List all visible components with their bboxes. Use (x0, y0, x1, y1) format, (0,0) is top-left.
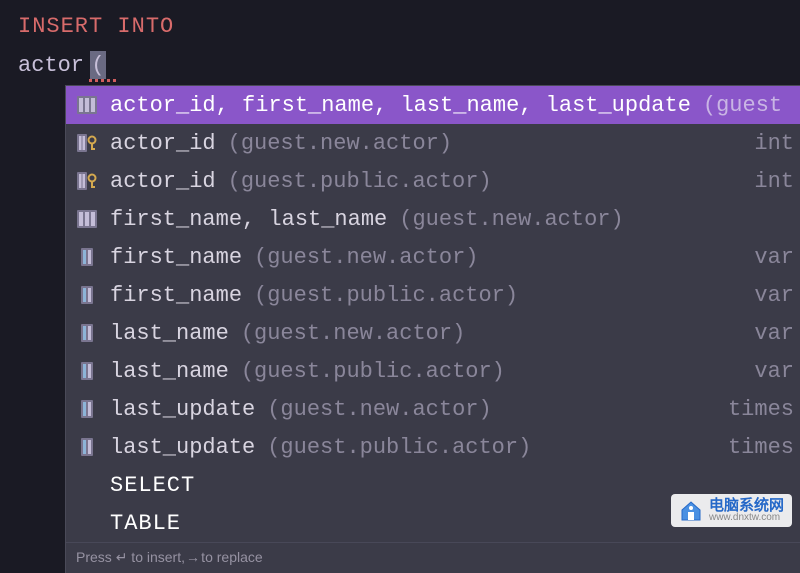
text-cursor: ( (90, 51, 106, 79)
completion-source: (guest.new.actor) (241, 321, 465, 346)
keyword-insert-into: INSERT INTO (18, 14, 174, 39)
completion-type: int (754, 131, 794, 156)
open-paren: ( (91, 53, 104, 78)
completion-label: last_name (110, 359, 229, 384)
completion-source: (guest.public.actor) (254, 283, 518, 308)
completion-source: (guest (703, 93, 782, 118)
completion-source: (guest.new.actor) (267, 397, 491, 422)
completion-source: (guest.public.actor) (241, 359, 505, 384)
completion-label: last_update (110, 397, 255, 422)
completion-label: actor_id (110, 131, 216, 156)
completion-item[interactable]: first_name, last_name (guest.new.actor) (66, 200, 800, 238)
completion-type: var (754, 359, 794, 384)
completion-label: first_name, last_name (110, 207, 387, 232)
completion-item[interactable]: actor_id (guest.public.actor) int (66, 162, 800, 200)
completion-label: first_name (110, 245, 242, 270)
watermark-url: www.dnxtw.com (709, 513, 784, 523)
column-icon (76, 399, 98, 419)
completion-type: times (728, 397, 794, 422)
completion-type: int (754, 169, 794, 194)
completion-source: (guest.new.actor) (254, 245, 478, 270)
none-icon (76, 475, 98, 495)
completion-item[interactable]: last_update (guest.public.actor) times (66, 428, 800, 466)
none-icon (76, 513, 98, 533)
completion-type: var (754, 321, 794, 346)
completion-type: var (754, 283, 794, 308)
column-icon (76, 285, 98, 305)
completion-item[interactable]: first_name (guest.new.actor) var (66, 238, 800, 276)
completion-hint: Press ↵ to insert, → to replace (66, 542, 800, 573)
completion-type: var (754, 245, 794, 270)
completion-type: times (728, 435, 794, 460)
completion-label: last_update (110, 435, 255, 460)
column-icon (76, 437, 98, 457)
completion-item[interactable]: last_update (guest.new.actor) times (66, 390, 800, 428)
sql-table-line[interactable]: actor ( (0, 47, 800, 85)
columns-icon (76, 95, 98, 115)
completion-source: (guest.public.actor) (267, 435, 531, 460)
completion-item[interactable]: last_name (guest.new.actor) var (66, 314, 800, 352)
watermark: 电脑系统网 www.dnxtw.com (671, 494, 792, 527)
sql-keyword-line: INSERT INTO (0, 0, 800, 47)
watermark-title: 电脑系统网 (709, 498, 784, 513)
columns-icon (76, 209, 98, 229)
table-name: actor (18, 53, 84, 78)
completion-item[interactable]: actor_id (guest.new.actor) int (66, 124, 800, 162)
completion-source: (guest.new.actor) (228, 131, 452, 156)
completion-label: actor_id (110, 169, 216, 194)
column-icon (76, 323, 98, 343)
house-icon (679, 499, 703, 523)
enter-key-icon: ↵ (116, 551, 128, 567)
completion-label: actor_id, first_name, last_name, last_up… (110, 93, 691, 118)
key-column-icon (76, 171, 98, 191)
completion-item[interactable]: actor_id, first_name, last_name, last_up… (66, 86, 800, 124)
completion-item[interactable]: first_name (guest.public.actor) var (66, 276, 800, 314)
arrow-key-icon: → (189, 551, 197, 567)
completion-source: (guest.public.actor) (228, 169, 492, 194)
completion-label: first_name (110, 283, 242, 308)
completion-label: TABLE (110, 511, 181, 536)
column-icon (76, 361, 98, 381)
key-column-icon (76, 133, 98, 153)
completion-label: last_name (110, 321, 229, 346)
column-icon (76, 247, 98, 267)
completion-source: (guest.new.actor) (399, 207, 623, 232)
completion-item[interactable]: last_name (guest.public.actor) var (66, 352, 800, 390)
completion-label: SELECT (110, 473, 195, 498)
